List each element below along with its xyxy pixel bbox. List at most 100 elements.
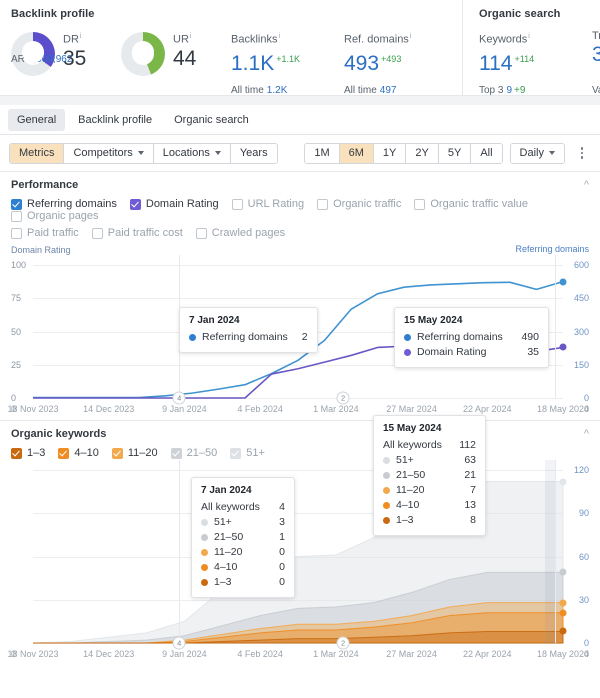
checkbox-organic-traffic-value[interactable]: Organic traffic value — [414, 198, 528, 210]
tooltip-date: 7 Jan 2024 — [189, 315, 240, 326]
hover-highlight-band — [545, 460, 556, 643]
series-color-dot — [201, 519, 208, 526]
tooltip-series-name: 51+ — [396, 454, 414, 466]
checkbox-pos-21-50[interactable]: 21–50 — [170, 447, 217, 459]
checkbox-domain-rating[interactable]: Domain Rating — [129, 198, 219, 210]
competitors-button[interactable]: Competitors — [64, 143, 154, 163]
chart-event-marker[interactable]: 4 — [172, 391, 186, 405]
ref-domains-delta: +493 — [381, 53, 402, 64]
backlinks-metric: Backlinksi 1.1K +1.1K All time 1.2K — [231, 30, 344, 105]
checkbox-paid-traffic[interactable]: Paid traffic — [11, 227, 79, 239]
tooltip-row: Domain Rating 35 — [404, 345, 539, 360]
checkbox-icon — [317, 198, 329, 210]
keywords-value: 114 +114 — [479, 51, 535, 75]
chart-event-marker[interactable]: 2 — [336, 391, 350, 405]
performance-header: Performance ^ — [0, 172, 600, 198]
tooltip-total-row: All keywords 112 — [383, 438, 476, 453]
ref-domains-label: Ref. domainsi — [344, 33, 412, 46]
dr-metric: DRi 35 AR 2,909,962 — [11, 30, 121, 76]
metrics-button[interactable]: Metrics — [10, 143, 65, 163]
checkbox-organic-pages[interactable]: Organic pages — [11, 210, 99, 222]
chevron-up-icon[interactable]: ^ — [584, 179, 589, 191]
series-endpoint-marker — [559, 627, 567, 635]
tooltip-series-value: 0 — [279, 546, 285, 558]
tooltip-row: 11–20 0 — [201, 545, 285, 560]
overview-bar: Backlink profile DRi 35 AR 2,909,962 URi… — [0, 0, 600, 105]
organic-keywords-plot-area[interactable]: 0 30 60 90 120 18 Nov 2023 14 Dec 2023 9 Jan 20… — [7, 415, 589, 659]
locations-button[interactable]: Locations — [153, 143, 231, 163]
chart-event-marker[interactable]: 2 — [336, 636, 350, 650]
series-color-dot — [201, 579, 208, 586]
checkbox-paid-traffic-cost[interactable]: Paid traffic cost — [91, 227, 183, 239]
series-endpoint-marker — [559, 278, 567, 286]
checkbox-pos-4-10[interactable]: 4–10 — [58, 447, 99, 459]
range-5y[interactable]: 5Y — [438, 143, 472, 163]
info-icon[interactable]: i — [190, 33, 192, 40]
chart-event-marker[interactable]: 4 — [172, 636, 186, 650]
performance-tooltip-right: 15 May 2024 Referring domains 490 Domain Ra… — [394, 307, 549, 368]
years-button[interactable]: Years — [230, 143, 277, 163]
checkbox-organic-traffic[interactable]: Organic traffic — [317, 198, 401, 210]
series-color-dot — [201, 549, 208, 556]
tab-backlink-profile[interactable]: Backlink profile — [69, 109, 161, 131]
tooltip-series-value: 2 — [301, 331, 308, 343]
tab-general[interactable]: General — [8, 108, 66, 131]
range-1y[interactable]: 1Y — [373, 143, 407, 163]
tooltip-row: 1–3 0 — [201, 575, 285, 590]
performance-plot-area[interactable]: 0 150 300 450 600 0 25 50 75 100 18 Nov 2023 14 Dec… — [7, 255, 589, 414]
granularity-button[interactable]: Daily — [510, 143, 564, 163]
info-icon[interactable]: i — [80, 33, 82, 40]
hover-guideline — [555, 460, 557, 643]
series-color-dot — [201, 564, 208, 571]
checkbox-url-rating[interactable]: URL Rating — [231, 198, 304, 210]
tooltip-row: 11–20 7 — [383, 483, 476, 498]
series-color-dot — [383, 517, 390, 524]
range-2y[interactable]: 2Y — [406, 143, 439, 163]
kebab-menu-icon[interactable] — [573, 147, 591, 159]
tooltip-row: 1–3 8 — [383, 513, 476, 528]
range-6m[interactable]: 6M — [339, 143, 374, 163]
checkbox-pos-1-3[interactable]: 1–3 — [11, 447, 45, 459]
ref-domains-metric: Ref. domainsi 493 +493 All time 497 — [344, 30, 457, 105]
checkbox-pos-51-plus[interactable]: 51+ — [230, 447, 265, 459]
keywords-metric: Keywordsi 114 +114 Top 3 9 +9 — [479, 30, 592, 105]
tooltip-row: 51+ 63 — [383, 453, 476, 468]
info-icon[interactable]: i — [528, 33, 530, 40]
tooltip-series-name: Referring domains — [417, 331, 503, 343]
series-color-dot — [383, 487, 390, 494]
traffic-metric: Traffic 354 Value$ — [592, 30, 600, 105]
tooltip-row: Referring domains 2 — [189, 330, 308, 345]
series-endpoint-marker — [559, 568, 567, 576]
range-1m[interactable]: 1M — [305, 143, 340, 163]
ur-donut-icon — [121, 32, 165, 76]
tooltip-series-name: 1–3 — [214, 576, 232, 588]
keywords-label: Keywordsi — [479, 33, 530, 46]
tooltip-total-label: All keywords — [201, 501, 260, 513]
overview-divider — [0, 95, 600, 105]
tooltip-series-value: 3 — [279, 516, 285, 528]
tooltip-row: 4–10 0 — [201, 560, 285, 575]
info-icon[interactable]: i — [278, 33, 280, 40]
series-color-dot — [189, 334, 196, 341]
series-color-dot — [383, 502, 390, 509]
tab-organic-search[interactable]: Organic search — [165, 109, 258, 131]
checkbox-crawled-pages[interactable]: Crawled pages — [195, 227, 285, 239]
series-color-dot — [404, 334, 411, 341]
backlinks-value: 1.1K +1.1K — [231, 51, 300, 75]
range-all[interactable]: All — [471, 143, 502, 163]
chevron-up-icon[interactable]: ^ — [584, 428, 589, 440]
backlinks-delta: +1.1K — [276, 53, 300, 64]
organic-keywords-chart: 0 30 60 90 120 18 Nov 2023 14 Dec 2023 9 Jan 20… — [0, 415, 600, 659]
chevron-down-icon — [549, 151, 555, 155]
checkbox-referring-domains[interactable]: Referring domains — [11, 198, 117, 210]
info-icon[interactable]: i — [410, 33, 412, 40]
tooltip-series-value: 1 — [279, 531, 285, 543]
organic-keywords-tooltip-right: 15 May 2024 All keywords 112 51+ 63 21–50 21 11… — [373, 415, 486, 536]
left-axis-title: Domain Rating — [11, 245, 71, 255]
tooltip-series-name: 21–50 — [396, 469, 426, 481]
hover-guideline — [179, 460, 181, 643]
tooltip-series-name: Domain Rating — [417, 346, 487, 358]
checkbox-icon — [91, 227, 103, 239]
checkbox-pos-11-20[interactable]: 11–20 — [111, 447, 158, 459]
checkbox-icon — [195, 227, 207, 239]
